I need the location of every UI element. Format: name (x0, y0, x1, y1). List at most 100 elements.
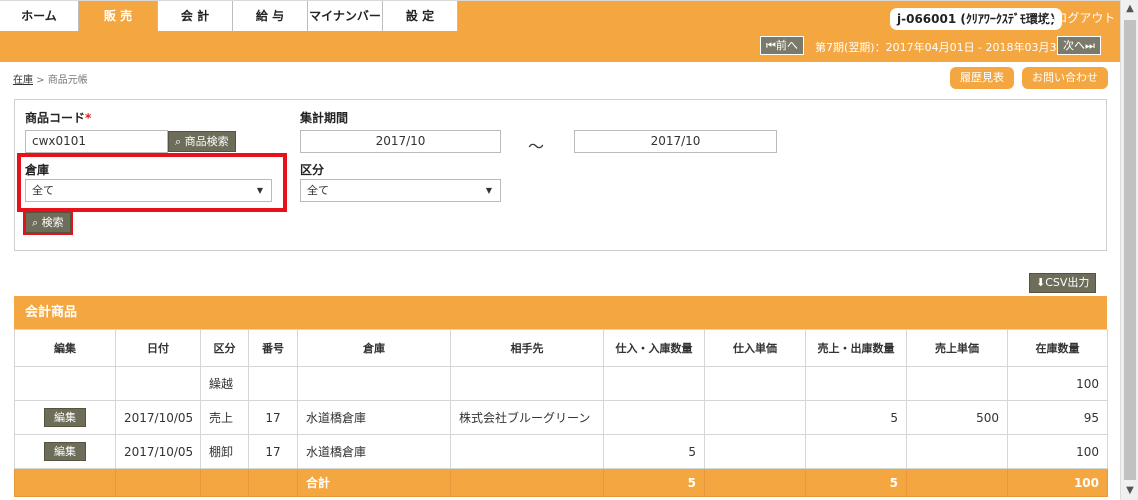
cell-edit (14, 468, 116, 497)
col-date: 日付 (115, 329, 201, 367)
col-number: 番号 (248, 329, 298, 367)
product-search-button[interactable]: ⌕ 商品検索 (168, 131, 236, 152)
cell-warehouse: 水道橋倉庫 (297, 400, 451, 435)
col-in-qty: 仕入・入庫数量 (603, 329, 705, 367)
skip-forward-icon: ⏭ (1085, 39, 1095, 52)
breadcrumb: 在庫 > 商品元帳 (13, 71, 88, 86)
breadcrumb-current: 商品元帳 (47, 75, 88, 86)
required-mark: * (85, 111, 92, 125)
cell-in-qty (603, 366, 705, 401)
chevron-up-icon[interactable]: ▲ (1121, 0, 1138, 18)
cell-division: 売上 (200, 400, 249, 435)
history-button[interactable]: 履歴見表 (950, 67, 1014, 89)
col-division: 区分 (200, 329, 249, 367)
logout-label: ログアウト (1055, 11, 1116, 25)
cell-date (115, 468, 201, 497)
cell-edit: 編集 (14, 400, 116, 435)
cell-partner (450, 434, 604, 469)
table-row: 繰越 100 (14, 366, 1108, 401)
cell-edit (14, 366, 116, 401)
total-out-qty: 5 (805, 468, 907, 497)
breadcrumb-link-inventory[interactable]: 在庫 (13, 75, 33, 86)
cell-in-price (704, 468, 806, 497)
total-in-qty: 5 (603, 468, 705, 497)
total-stock: 100 (1007, 468, 1108, 497)
eject-icon: ⏏ (1044, 11, 1056, 25)
total-row: 合計 5 5 100 (14, 468, 1108, 497)
product-code-input[interactable]: cwx0101 (25, 130, 168, 153)
cell-in-price (704, 434, 806, 469)
cell-division: 繰越 (200, 366, 249, 401)
scrollbar-thumb[interactable] (1124, 20, 1136, 480)
tab-accounting[interactable]: 会 計 (158, 1, 233, 32)
next-period-button[interactable]: 次へ⏭ (1057, 36, 1101, 55)
cell-edit: 編集 (14, 434, 116, 469)
cell-stock: 95 (1007, 400, 1108, 435)
ledger-table: 編集 日付 区分 番号 倉庫 相手先 仕入・入庫数量 仕入単価 売上・出庫数量 … (14, 329, 1108, 497)
period-to-input[interactable]: 2017/10 (574, 130, 777, 153)
total-label: 合計 (297, 468, 451, 497)
csv-label: CSV出力 (1045, 276, 1090, 289)
edit-button[interactable]: 編集 (44, 408, 86, 427)
tab-payroll[interactable]: 給 与 (233, 1, 308, 32)
period-label: 集計期間 (300, 111, 349, 125)
prev-label: 前へ (775, 39, 798, 52)
cell-stock: 100 (1007, 434, 1108, 469)
cell-warehouse (297, 366, 451, 401)
table-row: 編集 2017/10/05 棚卸 17 水道橋倉庫 5 100 (14, 434, 1108, 469)
col-warehouse: 倉庫 (297, 329, 451, 367)
col-stock: 在庫数量 (1007, 329, 1108, 367)
search-icon: ⌕ (32, 216, 39, 229)
download-icon: ⬇ (1036, 276, 1046, 289)
cell-in-price (704, 400, 806, 435)
fiscal-period-text: 第7期(翌期)：2017年04月01日 - 2018年03月31日 (815, 41, 1075, 54)
product-code-label: 商品コード* (25, 111, 92, 125)
cell-in-qty (603, 400, 705, 435)
table-row: 編集 2017/10/05 売上 17 水道橋倉庫 株式会社ブルーグリーン 5 … (14, 400, 1108, 435)
table-header-row: 編集 日付 区分 番号 倉庫 相手先 仕入・入庫数量 仕入単価 売上・出庫数量 … (14, 329, 1108, 367)
period-separator: ～ (528, 137, 545, 156)
cell-number (248, 366, 298, 401)
cell-out-price (906, 468, 1008, 497)
col-out-price: 売上単価 (906, 329, 1008, 367)
period-from-input[interactable]: 2017/10 (300, 130, 501, 153)
vertical-scrollbar[interactable]: ▲ ▼ (1120, 0, 1138, 500)
cell-out-qty: 5 (805, 400, 907, 435)
cell-partner (450, 468, 604, 497)
cell-out-price (906, 366, 1008, 401)
tab-home[interactable]: ホーム (0, 1, 79, 32)
cell-out-qty (805, 366, 907, 401)
division-select[interactable]: 全て ▼ (300, 179, 501, 202)
cell-in-price (704, 366, 806, 401)
cell-in-qty: 5 (603, 434, 705, 469)
cell-out-price: 500 (906, 400, 1008, 435)
tab-sales[interactable]: 販 売 (79, 1, 158, 32)
cell-number: 17 (248, 434, 298, 469)
chevron-down-icon[interactable]: ▼ (1121, 482, 1138, 500)
highlight-box (17, 153, 287, 212)
cell-number: 17 (248, 400, 298, 435)
cell-division (200, 468, 249, 497)
edit-button[interactable]: 編集 (44, 442, 86, 461)
search-button[interactable]: ⌕ 検索 (25, 212, 71, 233)
col-partner: 相手先 (450, 329, 604, 367)
table-title: 会計商品 (14, 296, 1107, 329)
next-label: 次へ (1063, 39, 1085, 52)
product-search-label: 商品検索 (184, 135, 229, 148)
tab-settings[interactable]: 設 定 (383, 1, 458, 32)
search-icon: ⌕ (175, 135, 182, 148)
search-button-label: 検索 (41, 216, 64, 229)
col-out-qty: 売上・出庫数量 (805, 329, 907, 367)
cell-partner: 株式会社ブルーグリーン (450, 400, 604, 435)
logout-link[interactable]: ⏏ログアウト (1044, 9, 1115, 27)
prev-period-button[interactable]: ⏮前へ (760, 36, 804, 55)
cell-out-price (906, 434, 1008, 469)
cell-stock: 100 (1007, 366, 1108, 401)
cell-division: 棚卸 (200, 434, 249, 469)
division-value: 全て (307, 184, 329, 197)
contact-button[interactable]: お問い合わせ (1022, 67, 1108, 89)
tab-mynumber[interactable]: マイナンバー (308, 1, 383, 32)
csv-export-button[interactable]: ⬇CSV出力 (1029, 273, 1097, 293)
division-label: 区分 (300, 163, 325, 177)
breadcrumb-separator: > (36, 75, 45, 86)
